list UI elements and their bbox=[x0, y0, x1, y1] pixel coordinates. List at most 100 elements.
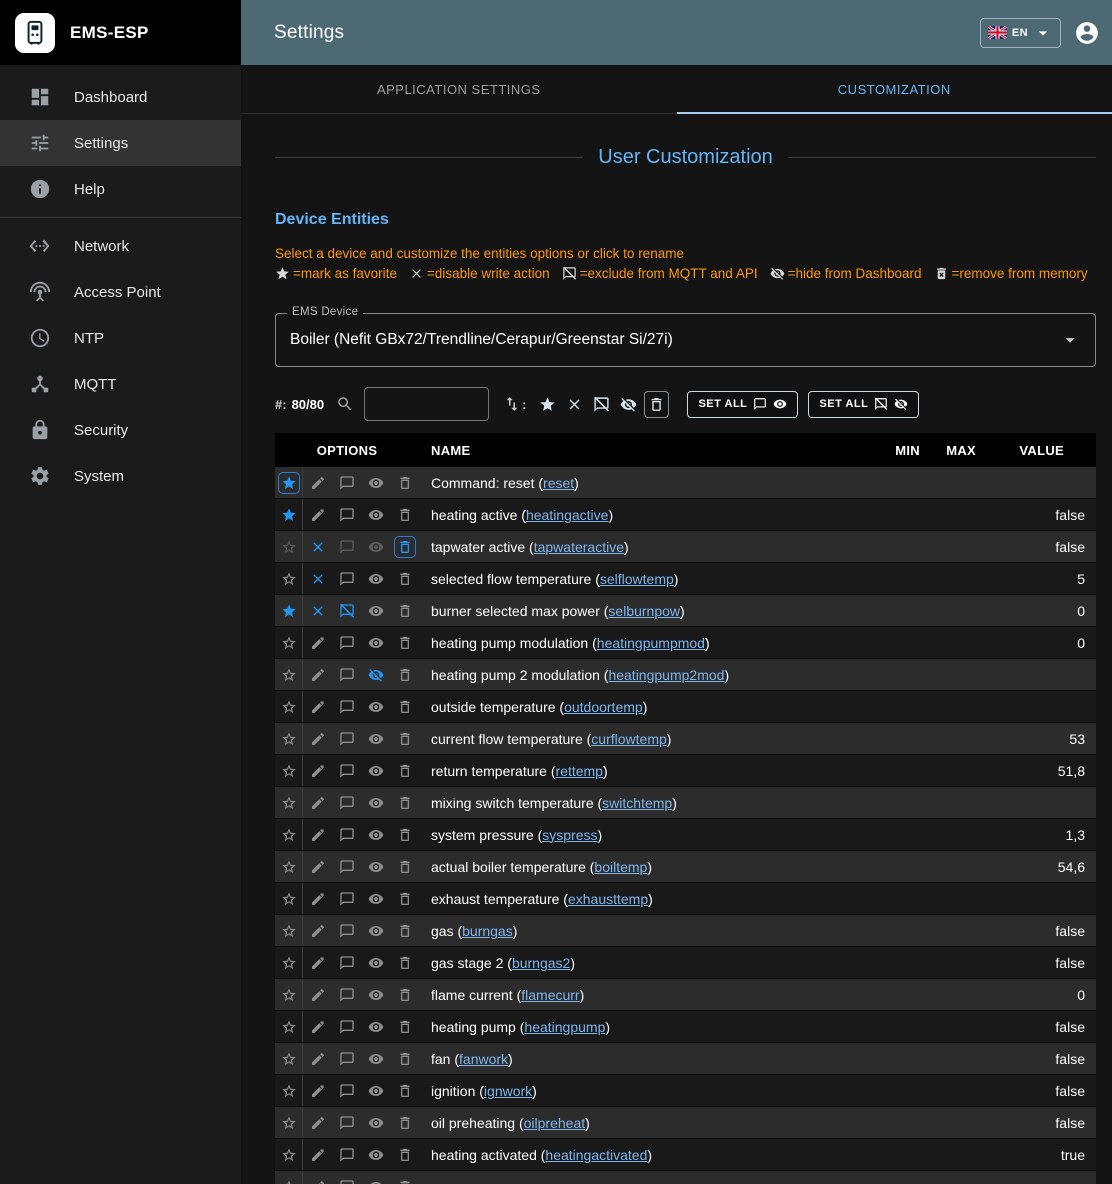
write-toggle[interactable] bbox=[303, 627, 332, 658]
ems-device-select[interactable]: EMS Device Boiler (Nefit GBx72/Trendline… bbox=[275, 313, 1096, 367]
visibility-toggle[interactable] bbox=[361, 627, 390, 658]
entity-id-link[interactable]: heatingpump2mod bbox=[608, 667, 724, 683]
table-row[interactable]: heating activated (heatingactivated)true bbox=[275, 1139, 1096, 1171]
delete-toggle[interactable] bbox=[390, 723, 419, 754]
entity-id-link[interactable]: burngas bbox=[462, 923, 513, 939]
exclude-toggle[interactable] bbox=[332, 627, 361, 658]
write-toggle[interactable] bbox=[303, 1107, 332, 1138]
exclude-toggle[interactable] bbox=[332, 915, 361, 946]
entity-id-link[interactable]: switchtemp bbox=[602, 795, 672, 811]
favorite-toggle[interactable] bbox=[275, 595, 303, 626]
write-toggle[interactable] bbox=[303, 531, 332, 562]
sidebar-item-help[interactable]: Help bbox=[0, 166, 241, 212]
delete-toggle[interactable] bbox=[390, 691, 419, 722]
entity-id-link[interactable]: selburnpow bbox=[608, 603, 680, 619]
search-input[interactable] bbox=[364, 387, 489, 421]
write-toggle[interactable] bbox=[303, 1075, 332, 1106]
exclude-toggle[interactable] bbox=[332, 1139, 361, 1170]
visibility-toggle[interactable] bbox=[361, 723, 390, 754]
table-row[interactable]: gas (burngas)false bbox=[275, 915, 1096, 947]
write-toggle[interactable] bbox=[303, 1011, 332, 1042]
favorite-toggle[interactable] bbox=[275, 755, 303, 786]
favorite-toggle[interactable] bbox=[275, 1043, 303, 1074]
filter-toggle-comment-off[interactable] bbox=[588, 390, 615, 418]
write-toggle[interactable] bbox=[303, 595, 332, 626]
write-toggle[interactable] bbox=[303, 659, 332, 690]
delete-toggle[interactable] bbox=[390, 915, 419, 946]
delete-toggle[interactable] bbox=[390, 1171, 419, 1184]
entity-id-link[interactable]: tapwateractive bbox=[534, 539, 624, 555]
delete-toggle[interactable] bbox=[390, 883, 419, 914]
exclude-toggle[interactable] bbox=[332, 787, 361, 818]
write-toggle[interactable] bbox=[303, 755, 332, 786]
sidebar-item-access-point[interactable]: Access Point bbox=[0, 269, 241, 315]
delete-toggle[interactable] bbox=[390, 947, 419, 978]
favorite-toggle[interactable] bbox=[275, 659, 303, 690]
favorite-toggle[interactable] bbox=[275, 499, 303, 530]
exclude-toggle[interactable] bbox=[332, 851, 361, 882]
filter-toggle-star[interactable] bbox=[534, 390, 561, 418]
visibility-toggle[interactable] bbox=[361, 499, 390, 530]
table-row[interactable] bbox=[275, 1171, 1096, 1184]
table-row[interactable]: tapwater active (tapwateractive)false bbox=[275, 531, 1096, 563]
write-toggle[interactable] bbox=[303, 467, 332, 498]
entity-id-link[interactable]: fanwork bbox=[459, 1051, 508, 1067]
write-toggle[interactable] bbox=[303, 851, 332, 882]
delete-toggle[interactable] bbox=[390, 467, 419, 498]
delete-toggle[interactable] bbox=[390, 1043, 419, 1074]
delete-toggle[interactable] bbox=[390, 531, 419, 562]
account-icon[interactable] bbox=[1074, 20, 1100, 46]
exclude-toggle[interactable] bbox=[332, 979, 361, 1010]
favorite-toggle[interactable] bbox=[275, 851, 303, 882]
write-toggle[interactable] bbox=[303, 979, 332, 1010]
entity-id-link[interactable]: syspress bbox=[542, 827, 597, 843]
entity-id-link[interactable]: ignwork bbox=[484, 1083, 532, 1099]
table-row[interactable]: ignition (ignwork)false bbox=[275, 1075, 1096, 1107]
table-row[interactable]: heating active (heatingactive)false bbox=[275, 499, 1096, 531]
entity-id-link[interactable]: flamecurr bbox=[521, 987, 579, 1003]
write-toggle[interactable] bbox=[303, 1043, 332, 1074]
entity-id-link[interactable]: heatingactivated bbox=[545, 1147, 647, 1163]
favorite-toggle[interactable] bbox=[275, 723, 303, 754]
visibility-toggle[interactable] bbox=[361, 659, 390, 690]
exclude-toggle[interactable] bbox=[332, 595, 361, 626]
favorite-toggle[interactable] bbox=[275, 883, 303, 914]
visibility-toggle[interactable] bbox=[361, 1107, 390, 1138]
delete-toggle[interactable] bbox=[390, 1107, 419, 1138]
visibility-toggle[interactable] bbox=[361, 915, 390, 946]
table-row[interactable]: current flow temperature (curflowtemp)53 bbox=[275, 723, 1096, 755]
write-toggle[interactable] bbox=[303, 499, 332, 530]
exclude-toggle[interactable] bbox=[332, 723, 361, 754]
favorite-toggle[interactable] bbox=[275, 787, 303, 818]
exclude-toggle[interactable] bbox=[332, 1107, 361, 1138]
visibility-toggle[interactable] bbox=[361, 883, 390, 914]
entity-id-link[interactable]: heatingpump bbox=[524, 1019, 605, 1035]
write-toggle[interactable] bbox=[303, 819, 332, 850]
sidebar-item-dashboard[interactable]: Dashboard bbox=[0, 74, 241, 120]
table-row[interactable]: heating pump (heatingpump)false bbox=[275, 1011, 1096, 1043]
set-all-button-1[interactable]: SET ALL bbox=[687, 391, 798, 418]
table-row[interactable]: actual boiler temperature (boiltemp)54,6 bbox=[275, 851, 1096, 883]
delete-toggle[interactable] bbox=[390, 819, 419, 850]
visibility-toggle[interactable] bbox=[361, 1043, 390, 1074]
visibility-toggle[interactable] bbox=[361, 947, 390, 978]
sidebar-item-system[interactable]: System bbox=[0, 453, 241, 499]
table-row[interactable]: exhaust temperature (exhausttemp) bbox=[275, 883, 1096, 915]
delete-toggle[interactable] bbox=[390, 1011, 419, 1042]
visibility-toggle[interactable] bbox=[361, 563, 390, 594]
sidebar-item-ntp[interactable]: NTP bbox=[0, 315, 241, 361]
exclude-toggle[interactable] bbox=[332, 467, 361, 498]
exclude-toggle[interactable] bbox=[332, 1075, 361, 1106]
visibility-toggle[interactable] bbox=[361, 691, 390, 722]
exclude-toggle[interactable] bbox=[332, 1171, 361, 1184]
visibility-toggle[interactable] bbox=[361, 531, 390, 562]
visibility-toggle[interactable] bbox=[361, 1139, 390, 1170]
delete-toggle[interactable] bbox=[390, 851, 419, 882]
set-all-button-2[interactable]: SET ALL bbox=[808, 391, 919, 418]
visibility-toggle[interactable] bbox=[361, 1171, 390, 1184]
entity-id-link[interactable]: heatingactive bbox=[526, 507, 609, 523]
favorite-toggle[interactable] bbox=[275, 691, 303, 722]
favorite-toggle[interactable] bbox=[275, 627, 303, 658]
table-row[interactable]: heating pump 2 modulation (heatingpump2m… bbox=[275, 659, 1096, 691]
write-toggle[interactable] bbox=[303, 563, 332, 594]
